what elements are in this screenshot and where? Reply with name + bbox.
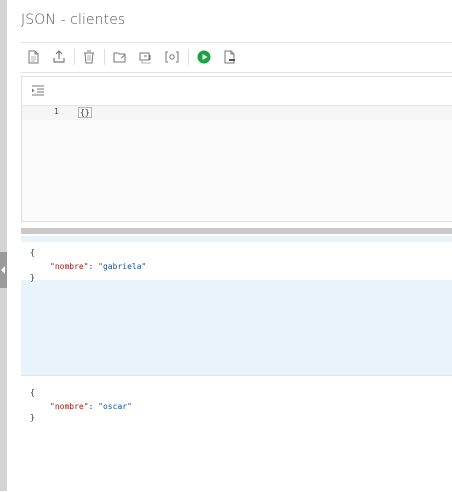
run-icon[interactable]: [196, 49, 212, 65]
page-title: JSON - clientes: [21, 12, 126, 28]
json-colon: :: [88, 402, 99, 411]
open-brace: {: [30, 388, 35, 397]
close-brace: }: [30, 273, 35, 282]
json-field: "nombre": "gabriela": [50, 260, 146, 273]
json-key: "nombre": [50, 262, 89, 271]
result-document[interactable]: { "nombre": "oscar" }: [21, 375, 452, 492]
chevron-left-icon: [1, 266, 5, 274]
json-key: "nombre": [50, 402, 89, 411]
result-document-content: { "nombre": "oscar" }: [21, 382, 452, 422]
open-brace: {: [30, 248, 35, 257]
line-number: 1: [54, 107, 59, 116]
delete-icon[interactable]: [81, 49, 97, 65]
collapse-panel-handle[interactable]: [0, 252, 7, 288]
splitter-bar[interactable]: [21, 228, 452, 234]
json-value: "gabriela": [98, 262, 147, 271]
open-folder-icon[interactable]: [112, 49, 128, 65]
result-document-content: { "nombre": "gabriela" }: [21, 242, 452, 282]
result-document[interactable]: { "nombre": "gabriela" }: [21, 236, 452, 375]
indent-icon[interactable]: [30, 83, 46, 99]
toolbar: [21, 42, 452, 73]
editor-header: [22, 77, 452, 106]
json-value: "oscar": [98, 402, 132, 411]
query-editor[interactable]: 1 {}: [21, 76, 452, 222]
code-brackets-icon[interactable]: [164, 49, 180, 65]
left-panel-rail: [0, 0, 7, 491]
sql-file-icon[interactable]: [222, 49, 238, 65]
line-code[interactable]: {}: [78, 107, 92, 118]
editor-body[interactable]: 1 {}: [22, 106, 452, 221]
toolbar-separator: [188, 49, 189, 65]
new-document-icon[interactable]: [25, 49, 41, 65]
toolbar-separator: [74, 49, 75, 65]
json-colon: :: [88, 262, 99, 271]
export-icon[interactable]: [51, 49, 67, 65]
editor-line: 1 {}: [22, 106, 452, 120]
close-brace: }: [30, 413, 35, 422]
toolbar-separator: [104, 49, 105, 65]
json-field: "nombre": "oscar": [50, 400, 132, 413]
results-panel: { "nombre": "gabriela" } { "nombre": "os…: [21, 236, 452, 492]
format-icon[interactable]: [138, 49, 154, 65]
